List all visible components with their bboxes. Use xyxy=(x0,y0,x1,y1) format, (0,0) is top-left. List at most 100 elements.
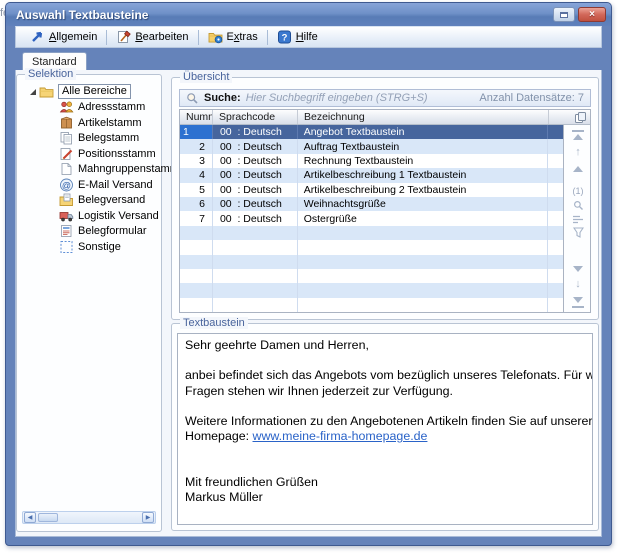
table-rows: 100 : DeutschAngebot Textbaustein200 : D… xyxy=(180,125,564,312)
scroll-left-button[interactable]: ◀ xyxy=(24,512,36,523)
table-row[interactable]: 300 : DeutschRechnung Textbaustein xyxy=(180,154,563,168)
signature-line: Markus Müller xyxy=(185,490,585,505)
tree-item-positionsstamm[interactable]: Positionsstamm xyxy=(21,146,157,162)
selektion-label: Selektion xyxy=(25,68,76,80)
page-down-icon[interactable] xyxy=(572,265,584,274)
scroll-top-icon[interactable] xyxy=(572,130,584,142)
uebersicht-groupbox: Übersicht Suche: Hier Suchbegriff eingeb… xyxy=(171,77,599,320)
toolbar-separator xyxy=(106,30,107,45)
svg-text:@: @ xyxy=(62,180,71,190)
app-window: Auswahl Textbausteine × Allgemein xyxy=(5,2,612,546)
table-row[interactable]: 200 : DeutschAuftrag Textbaustein xyxy=(180,139,563,153)
search-icon xyxy=(186,92,199,105)
menubar: Allgemein Bearbeiten xyxy=(15,26,602,48)
arrow-up-right-icon xyxy=(30,30,45,44)
search-input[interactable]: Hier Suchbegriff eingeben (STRG+S) xyxy=(246,92,475,104)
textbaustein-groupbox: Textbaustein Sehr geehrte Damen und Herr… xyxy=(171,323,599,531)
tree-item-artikelstamm[interactable]: Artikelstamm xyxy=(21,115,157,131)
scroll-bottom-icon[interactable] xyxy=(572,296,584,308)
column-header-sprachcode[interactable]: Sprachcode xyxy=(213,110,298,124)
folder-document-icon xyxy=(59,193,74,207)
table-row[interactable] xyxy=(180,240,563,254)
scroll-right-button[interactable]: ▶ xyxy=(142,512,154,523)
dashed-box-icon xyxy=(59,240,74,254)
people-icon xyxy=(59,100,74,114)
tree-item-belegstamm[interactable]: Belegstamm xyxy=(21,131,157,147)
columns-icon[interactable]: (1) xyxy=(572,187,584,196)
tree-item-mahngruppenstamm[interactable]: Mahngruppenstamm xyxy=(21,162,157,178)
window-title: Auswahl Textbausteine xyxy=(16,8,553,22)
folder-extras-icon xyxy=(208,30,223,44)
row-down-icon[interactable]: ↓ xyxy=(572,280,584,289)
column-header-nummer[interactable]: Nummer xyxy=(180,110,213,124)
titlebar[interactable]: Auswahl Textbausteine × xyxy=(6,3,611,26)
greeting-line: Sehr geehrte Damen und Herren, xyxy=(185,338,585,353)
documents-icon xyxy=(59,131,74,145)
record-count-value: 7 xyxy=(578,92,584,104)
client-area: Selektion Alle Bereiche xyxy=(15,70,602,537)
table-row[interactable]: 700 : DeutschOstergrüße xyxy=(180,211,563,225)
document-pencil-icon xyxy=(59,147,74,161)
help-icon: ? xyxy=(277,30,292,44)
tree-item-belegformular[interactable]: Belegformular xyxy=(21,224,157,240)
row-up-icon[interactable]: ↑ xyxy=(572,148,584,157)
package-icon xyxy=(59,116,74,130)
copy-icon[interactable] xyxy=(574,111,587,124)
table-row[interactable]: 100 : DeutschAngebot Textbaustein xyxy=(180,125,563,139)
menu-extras[interactable]: Extras xyxy=(200,27,266,47)
tree-item-alle-bereiche[interactable]: Alle Bereiche xyxy=(21,84,157,100)
table-row[interactable] xyxy=(180,255,563,269)
column-search-icon[interactable] xyxy=(572,200,584,213)
column-header-bezeichnung[interactable]: Bezeichnung xyxy=(298,110,549,124)
textbaustein-table: Nummer Sprachcode Bezeichnung 100 : Deut… xyxy=(179,109,591,313)
textbaustein-content[interactable]: Sehr geehrte Damen und Herren, anbei bef… xyxy=(177,333,593,525)
table-row[interactable] xyxy=(180,226,563,240)
tree-item-adressstamm[interactable]: Adressstamm xyxy=(21,100,157,116)
record-count-label: Anzahl Datensätze: xyxy=(479,92,574,104)
expander-icon[interactable] xyxy=(30,89,36,95)
closing-line: Mit freundlichen Grüßen xyxy=(185,475,585,490)
table-row[interactable] xyxy=(180,269,563,283)
textbaustein-label: Textbaustein xyxy=(180,317,248,329)
filter-icon[interactable] xyxy=(572,227,584,240)
table-row[interactable]: 400 : DeutschArtikelbeschreibung 1 Textb… xyxy=(180,168,563,182)
maximize-icon xyxy=(560,12,568,18)
at-sign-icon: @ xyxy=(59,178,74,192)
table-row[interactable]: 600 : DeutschWeihnachtsgrüße xyxy=(180,197,563,211)
tree-item-label: Alle Bereiche xyxy=(58,84,131,99)
search-bar[interactable]: Suche: Hier Suchbegriff eingeben (STRG+S… xyxy=(179,89,591,107)
tab-bar: Standard xyxy=(15,48,602,70)
form-icon xyxy=(59,224,74,238)
close-button[interactable]: × xyxy=(578,7,606,22)
table-side-toolbar: ↑ (1) xyxy=(564,125,590,312)
menu-hilfe[interactable]: ? Hilfe xyxy=(269,27,326,47)
screen: fe Auswahl Textbausteine × Allgemein xyxy=(0,0,618,559)
selection-tree: Alle Bereiche Adressstamm xyxy=(21,84,157,255)
tree-item-logistik-versand[interactable]: Logistik Versand xyxy=(21,208,157,224)
tree-item-email-versand[interactable]: @ E-Mail Versand xyxy=(21,177,157,193)
table-row[interactable]: 500 : DeutschArtikelbeschreibung 2 Textb… xyxy=(180,183,563,197)
maximize-button[interactable] xyxy=(553,7,575,22)
scrollbar-thumb[interactable] xyxy=(38,513,58,522)
search-label: Suche: xyxy=(204,92,241,104)
uebersicht-label: Übersicht xyxy=(180,71,232,83)
toolbar-separator xyxy=(267,30,268,45)
table-header[interactable]: Nummer Sprachcode Bezeichnung xyxy=(180,110,590,125)
table-row[interactable] xyxy=(180,283,563,297)
tree-item-belegversand[interactable]: Belegversand xyxy=(21,193,157,209)
page-up-icon[interactable] xyxy=(572,165,584,174)
homepage-link[interactable]: www.meine-firma-homepage.de xyxy=(253,429,428,443)
table-row[interactable] xyxy=(180,298,563,312)
menu-allgemein[interactable]: Allgemein xyxy=(22,27,105,47)
tree-item-sonstige[interactable]: Sonstige xyxy=(21,239,157,255)
truck-icon xyxy=(59,209,74,223)
menu-bearbeiten[interactable]: Bearbeiten xyxy=(108,27,196,47)
tree-horizontal-scrollbar[interactable]: ◀ ▶ xyxy=(22,511,156,524)
toolbar-separator xyxy=(198,30,199,45)
document-icon xyxy=(59,162,74,176)
folder-open-icon xyxy=(39,85,54,99)
svg-text:?: ? xyxy=(281,33,287,44)
sort-icon[interactable] xyxy=(572,214,584,227)
selektion-groupbox: Selektion Alle Bereiche xyxy=(16,74,162,532)
window-frame: Allgemein Bearbeiten xyxy=(6,26,611,546)
